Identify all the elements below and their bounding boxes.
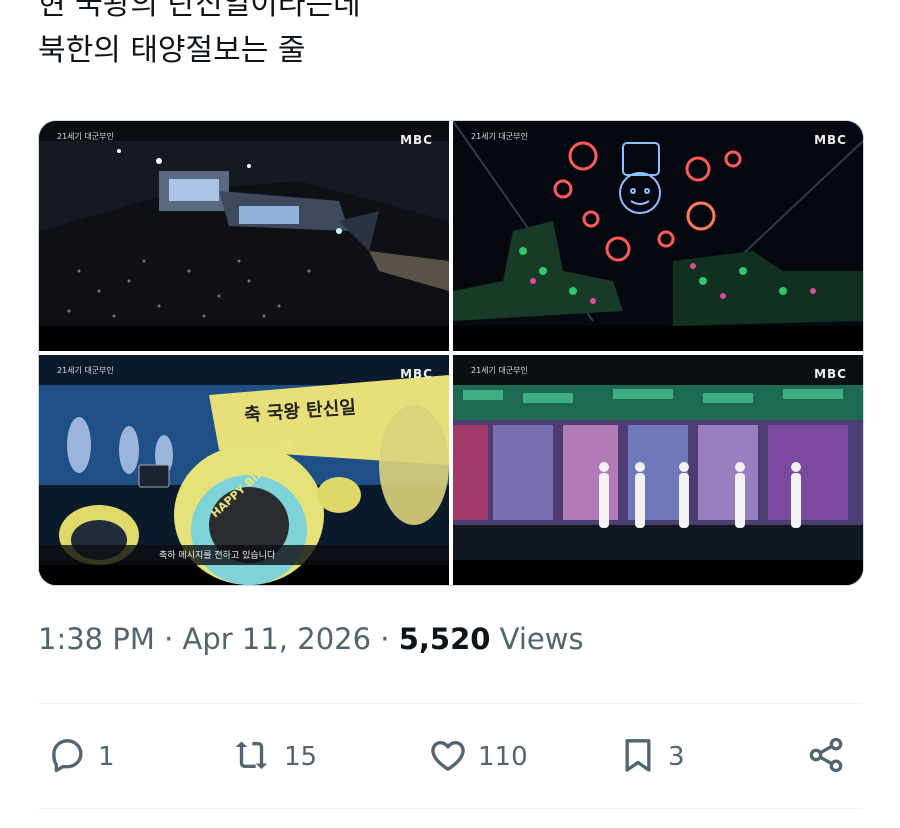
divider	[38, 703, 862, 704]
video-caption: 21세기 대군부인	[57, 366, 114, 375]
tweet-meta: 1:38 PM · Apr 11, 2026 · 5,520 Views	[38, 622, 584, 656]
bookmark-button[interactable]: 3	[618, 730, 685, 784]
reply-button[interactable]: 1	[48, 730, 115, 784]
tweet-text: 현 국왕의 탄신일이라는데 북한의 태양절보는 줄	[38, 0, 878, 74]
video-subtitle: 축하 메시지를 전하고 있습니다	[159, 551, 276, 561]
retweet-button[interactable]: 15	[234, 730, 317, 784]
divider	[38, 808, 862, 809]
tweet-time[interactable]: 1:38 PM	[38, 622, 155, 656]
tweet-date[interactable]: Apr 11, 2026	[183, 622, 372, 656]
video-caption: 21세기 대군부인	[471, 132, 528, 141]
video-caption: 21세기 대군부인	[57, 132, 114, 141]
broadcaster-logo: MBC	[400, 133, 433, 147]
tweet-line: 현 국왕의 탄신일이라는데	[38, 0, 361, 22]
broadcaster-logo: MBC	[400, 367, 433, 381]
share-icon	[806, 735, 846, 779]
like-count: 110	[478, 742, 528, 772]
retweet-count: 15	[284, 742, 318, 772]
views-label: Views	[499, 622, 584, 656]
action-bar: 1 15 110 3	[38, 730, 862, 784]
heart-icon	[428, 735, 468, 779]
media-photo-1[interactable]: 21세기 대군부인 MBC	[39, 121, 449, 351]
tweet-line: 북한의 태양절보는 줄	[38, 33, 306, 68]
like-button[interactable]: 110	[428, 730, 528, 784]
bookmark-count: 3	[668, 742, 685, 772]
views-count: 5,520	[398, 622, 491, 656]
bookmark-icon	[618, 735, 658, 779]
broadcaster-logo: MBC	[814, 367, 847, 381]
media-grid: 21세기 대군부인 MBC 21세기 대군부인 MBC 21세기 대군부인 MB…	[38, 120, 864, 586]
video-caption: 21세기 대군부인	[471, 366, 528, 375]
broadcaster-logo: MBC	[814, 133, 847, 147]
media-photo-3[interactable]: 21세기 대군부인 MBC 축 국왕 탄신일 HAPPY BIRTHDAY 축하…	[39, 355, 449, 585]
media-photo-4[interactable]: 21세기 대군부인 MBC	[453, 355, 863, 585]
media-photo-2[interactable]: 21세기 대군부인 MBC	[453, 121, 863, 351]
meta-separator: ·	[164, 622, 174, 656]
share-button[interactable]	[806, 730, 846, 784]
reply-icon	[48, 735, 88, 779]
retweet-icon	[234, 735, 274, 779]
reply-count: 1	[98, 742, 115, 772]
meta-separator: ·	[380, 622, 390, 656]
